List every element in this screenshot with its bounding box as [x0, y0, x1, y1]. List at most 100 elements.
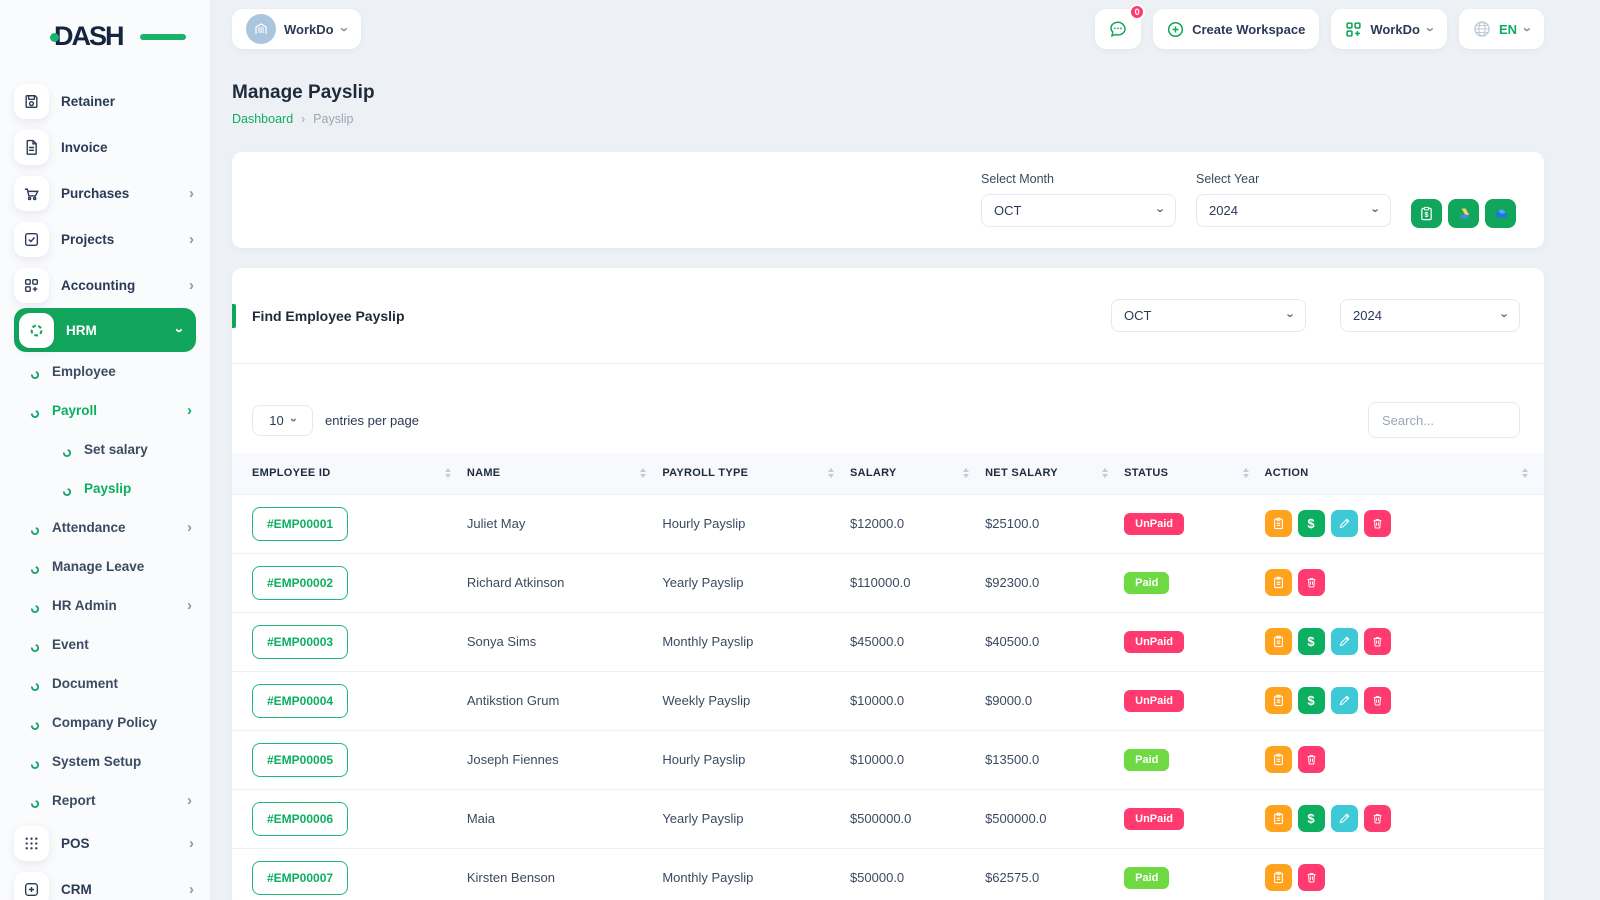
sort-icons[interactable]: [828, 468, 834, 478]
dollar-icon: $: [1307, 811, 1314, 826]
month-select[interactable]: OCT ›: [981, 194, 1176, 227]
sidebar-item-payslip[interactable]: Payslip: [0, 469, 210, 508]
payslip-button[interactable]: [1265, 687, 1292, 714]
sidebar-item-event[interactable]: Event: [0, 625, 210, 664]
google-drive-button[interactable]: [1448, 199, 1479, 228]
breadcrumb-dashboard-link[interactable]: Dashboard: [232, 112, 293, 126]
column-header-employee-id[interactable]: EMPLOYEE ID: [232, 453, 467, 494]
sidebar-item-employee[interactable]: Employee: [0, 352, 210, 391]
column-header-name[interactable]: NAME: [467, 453, 662, 494]
employee-id-button[interactable]: #EMP00001: [252, 507, 348, 541]
create-workspace-label: Create Workspace: [1192, 22, 1305, 37]
sort-icons[interactable]: [1243, 468, 1249, 478]
brand-logo[interactable]: DASH: [54, 20, 164, 52]
create-workspace-button[interactable]: Create Workspace: [1153, 9, 1319, 49]
row-actions: $: [1265, 510, 1545, 537]
sidebar-item-accounting[interactable]: Accounting›: [0, 262, 210, 308]
messenger-button[interactable]: 0: [1095, 9, 1141, 49]
sidebar-item-manage-leave[interactable]: Manage Leave: [0, 547, 210, 586]
sidebar-item-purchases[interactable]: Purchases›: [0, 170, 210, 216]
pay-button[interactable]: $: [1298, 687, 1325, 714]
sort-icons[interactable]: [1102, 468, 1108, 478]
year-select[interactable]: 2024 ›: [1196, 194, 1391, 227]
employee-id-button[interactable]: #EMP00004: [252, 684, 348, 718]
chevron-right-icon: ›: [187, 403, 192, 418]
column-label: EMPLOYEE ID: [252, 467, 330, 479]
column-label: SALARY: [850, 467, 897, 479]
payslip-filter-card: Select Month OCT › Select Year 2024 › $: [232, 152, 1544, 248]
payslip-icon: [1272, 753, 1285, 766]
language-selector[interactable]: EN ›: [1459, 9, 1544, 49]
bullet-icon: [30, 601, 40, 611]
edit-button[interactable]: [1331, 687, 1358, 714]
pay-button[interactable]: $: [1298, 510, 1325, 537]
delete-button[interactable]: [1298, 864, 1325, 891]
sort-icons[interactable]: [1522, 468, 1528, 478]
plus-circle-icon: [1167, 21, 1184, 38]
payslip-button[interactable]: [1265, 569, 1292, 596]
sidebar-item-company-policy[interactable]: Company Policy: [0, 703, 210, 742]
table-row: #EMP00006MaiaYearly Payslip$500000.0$500…: [232, 789, 1544, 848]
delete-button[interactable]: [1364, 628, 1391, 655]
onedrive-cloud-icon: [1493, 206, 1508, 221]
payslip-button[interactable]: [1265, 510, 1292, 537]
sidebar-item-attendance[interactable]: Attendance›: [0, 508, 210, 547]
delete-button[interactable]: [1298, 569, 1325, 596]
entries-per-page-select[interactable]: 10 ›: [252, 405, 313, 436]
column-header-net-salary[interactable]: NET SALARY: [985, 453, 1124, 494]
sidebar-item-system-setup[interactable]: System Setup: [0, 742, 210, 781]
column-header-salary[interactable]: SALARY: [850, 453, 985, 494]
workspace-switcher[interactable]: WorkDo ›: [232, 9, 361, 49]
find-year-select[interactable]: 2024 ›: [1340, 299, 1520, 332]
employee-id-button[interactable]: #EMP00002: [252, 566, 348, 600]
bulk-payslip-button[interactable]: $: [1411, 199, 1442, 228]
sidebar-item-projects[interactable]: Projects›: [0, 216, 210, 262]
employee-id-button[interactable]: #EMP00007: [252, 861, 348, 895]
sort-icons[interactable]: [445, 468, 451, 478]
sidebar-item-pos[interactable]: POS›: [0, 820, 210, 866]
column-header-status[interactable]: STATUS: [1124, 453, 1264, 494]
pay-button[interactable]: $: [1298, 628, 1325, 655]
find-month-select[interactable]: OCT ›: [1111, 299, 1306, 332]
sidebar-item-label: Event: [52, 637, 192, 652]
sort-icons[interactable]: [640, 468, 646, 478]
delete-button[interactable]: [1364, 805, 1391, 832]
sidebar-item-set-salary[interactable]: Set salary: [0, 430, 210, 469]
edit-button[interactable]: [1331, 510, 1358, 537]
delete-button[interactable]: [1364, 687, 1391, 714]
sidebar-item-report[interactable]: Report›: [0, 781, 210, 820]
workdo-menu-button[interactable]: WorkDo ›: [1331, 9, 1447, 49]
employee-id-button[interactable]: #EMP00003: [252, 625, 348, 659]
sidebar-item-label: Purchases: [61, 186, 189, 201]
edit-button[interactable]: [1331, 628, 1358, 655]
employee-name: Juliet May: [467, 494, 662, 553]
sort-icons[interactable]: [963, 468, 969, 478]
sidebar-item-crm[interactable]: CRM›: [0, 866, 210, 900]
edit-button[interactable]: [1331, 805, 1358, 832]
sidebar-item-hr-admin[interactable]: HR Admin›: [0, 586, 210, 625]
onedrive-button[interactable]: [1485, 199, 1516, 228]
delete-button[interactable]: [1364, 510, 1391, 537]
sidebar-item-retainer[interactable]: Retainer: [0, 78, 210, 124]
trash-icon: [1371, 694, 1384, 707]
sidebar-item-payroll[interactable]: Payroll›: [0, 391, 210, 430]
sidebar-item-hrm[interactable]: HRM›: [14, 308, 196, 352]
payslip-button[interactable]: [1265, 864, 1292, 891]
column-label: NET SALARY: [985, 467, 1058, 479]
payslip-button[interactable]: [1265, 805, 1292, 832]
chevron-down-icon: ›: [1369, 208, 1382, 212]
employee-id-button[interactable]: #EMP00005: [252, 743, 348, 777]
sidebar-item-document[interactable]: Document: [0, 664, 210, 703]
column-header-payroll-type[interactable]: PAYROLL TYPE: [662, 453, 850, 494]
sidebar-item-invoice[interactable]: Invoice: [0, 124, 210, 170]
pay-button[interactable]: $: [1298, 805, 1325, 832]
table-row: #EMP00004Antikstion GrumWeekly Payslip$1…: [232, 671, 1544, 730]
salary-value: $110000.0: [850, 553, 985, 612]
payslip-button[interactable]: [1265, 628, 1292, 655]
salary-value: $10000.0: [850, 730, 985, 789]
employee-id-button[interactable]: #EMP00006: [252, 802, 348, 836]
search-input[interactable]: [1368, 402, 1520, 438]
column-header-action[interactable]: ACTION: [1265, 453, 1545, 494]
payslip-button[interactable]: [1265, 746, 1292, 773]
delete-button[interactable]: [1298, 746, 1325, 773]
